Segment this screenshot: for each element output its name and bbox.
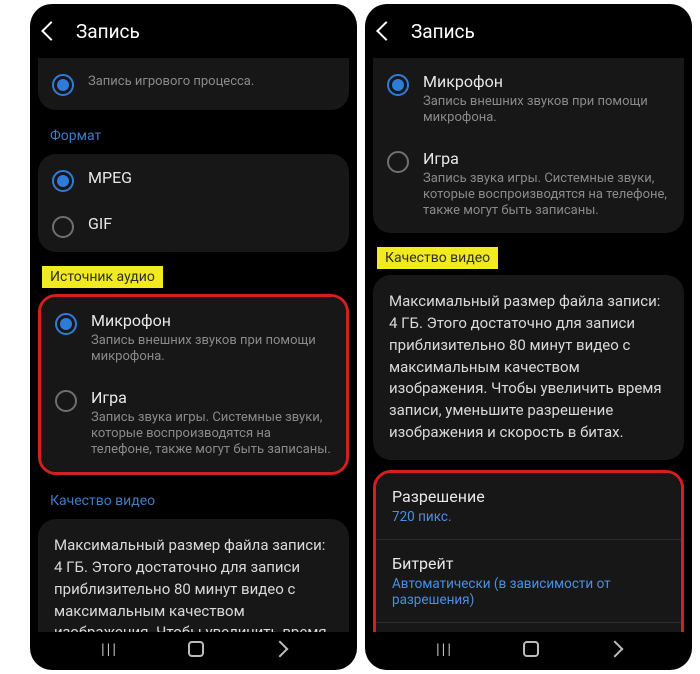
setting-bitrate[interactable]: Битрейт Автоматически (в зависимости от … [376, 539, 681, 622]
highlight-settings: Разрешение 720 пикс. Битрейт Автоматичес… [373, 470, 684, 633]
radio-icon[interactable] [55, 390, 77, 412]
nav-recents-icon[interactable]: ||| [436, 640, 453, 658]
nav-home-icon[interactable] [188, 641, 204, 657]
row-title: GIF [88, 214, 335, 234]
row-title: Микрофон [423, 72, 670, 92]
section-label-format: Формат [40, 122, 111, 150]
radio-icon[interactable] [52, 74, 74, 96]
row-value: Автоматически (в зависимости от разрешен… [392, 576, 665, 608]
radio-row-mpeg[interactable]: MPEG [38, 154, 349, 206]
nav-back-icon[interactable] [607, 641, 624, 658]
row-sub: Запись звука игры. Системные звуки, кото… [91, 410, 332, 459]
row-title: Битрейт [392, 554, 665, 574]
radio-row[interactable]: Запись игрового процесса. [38, 58, 349, 110]
radio-icon[interactable] [387, 74, 409, 96]
topbar: Запись [365, 4, 692, 58]
radio-row-mic[interactable]: Микрофон Запись внешних звуков при помощ… [41, 297, 346, 380]
card-audio: Микрофон Запись внешних звуков при помощ… [373, 58, 684, 233]
radio-row-gif[interactable]: GIF [38, 206, 349, 252]
row-title: MPEG [88, 168, 335, 188]
radio-row-game[interactable]: Игра Запись звука игры. Системные звуки,… [41, 380, 346, 473]
radio-row-mic[interactable]: Микрофон Запись внешних звуков при помощ… [373, 58, 684, 141]
scroll-area[interactable]: Запись игрового процесса. Формат MPEG GI… [30, 58, 357, 632]
nav-recents-icon[interactable]: ||| [101, 640, 118, 658]
info-card: Максимальный размер файла записи: 4 ГБ. … [373, 275, 684, 459]
section-label-audio: Источник аудио [42, 266, 163, 288]
phone-left: Запись Запись игрового процесса. Формат … [30, 4, 357, 670]
highlight-audio: Микрофон Запись внешних звуков при помощ… [38, 294, 349, 475]
back-icon[interactable] [41, 21, 61, 41]
scroll-area[interactable]: Микрофон Запись внешних звуков при помощ… [365, 58, 692, 632]
info-card: Максимальный размер файла записи: 4 ГБ. … [38, 519, 349, 632]
setting-resolution[interactable]: Разрешение 720 пикс. [376, 473, 681, 539]
nav-home-icon[interactable] [523, 641, 539, 657]
row-sub: Запись игрового процесса. [88, 74, 335, 90]
topbar: Запись [30, 4, 357, 58]
page-title: Запись [411, 20, 475, 43]
row-sub: Запись внешних звуков при помощи микрофо… [423, 94, 670, 127]
page-title: Запись [76, 20, 140, 43]
phone-right: Запись Микрофон Запись внешних звуков пр… [365, 4, 692, 670]
row-sub: Запись внешних звуков при помощи микрофо… [91, 333, 332, 366]
radio-icon[interactable] [55, 313, 77, 335]
card-settings: Разрешение 720 пикс. Битрейт Автоматичес… [376, 473, 681, 633]
radio-icon[interactable] [387, 151, 409, 173]
navbar: ||| [365, 632, 692, 670]
row-sub: Запись звука игры. Системные звуки, кото… [423, 171, 670, 220]
row-title: Игра [91, 388, 332, 408]
back-icon[interactable] [376, 21, 396, 41]
setting-aspect[interactable]: Пропорции На весь экран [376, 622, 681, 633]
card-partial: Запись игрового процесса. [38, 58, 349, 110]
section-label-video-quality: Качество видео [40, 487, 165, 515]
section-label-video-quality: Качество видео [377, 247, 498, 269]
row-title: Разрешение [392, 487, 665, 507]
radio-row-game[interactable]: Игра Запись звука игры. Системные звуки,… [373, 141, 684, 234]
nav-back-icon[interactable] [272, 641, 289, 658]
row-title: Микрофон [91, 311, 332, 331]
radio-icon[interactable] [52, 170, 74, 192]
card-audio: Микрофон Запись внешних звуков при помощ… [41, 297, 346, 472]
row-title: Игра [423, 149, 670, 169]
radio-icon[interactable] [52, 216, 74, 238]
navbar: ||| [30, 632, 357, 670]
row-value: 720 пикс. [392, 509, 665, 525]
card-format: MPEG GIF [38, 154, 349, 252]
